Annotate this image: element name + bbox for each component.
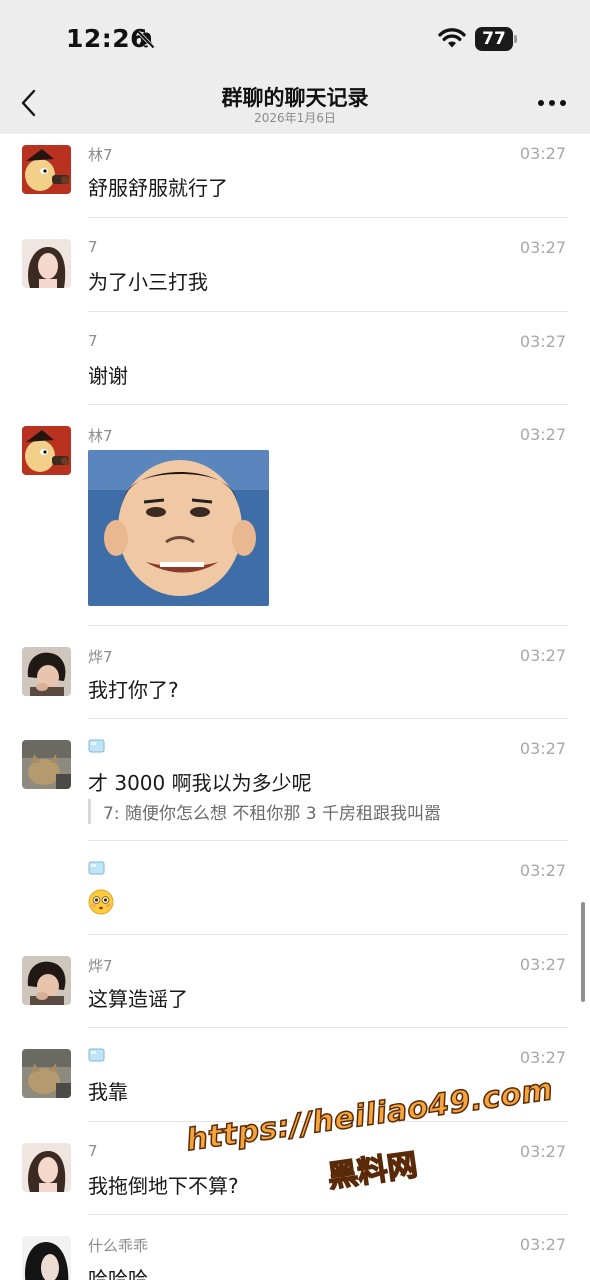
message-item[interactable]: 林7 03:27 — [0, 405, 590, 626]
sender-name: 林7 — [88, 427, 113, 445]
more-options-icon[interactable] — [538, 100, 566, 108]
message-time: 03:27 — [519, 238, 566, 257]
top-bar: 12:26 77 群聊的聊天记录 2026年1月6日 — [0, 0, 590, 134]
girl-avatar[interactable] — [22, 239, 71, 288]
message-time: 03:27 — [519, 1235, 566, 1254]
message-item[interactable]: 🧊 03:27 — [0, 841, 590, 935]
cartoon-avatar[interactable] — [22, 145, 71, 194]
sender-name: 烨7 — [88, 648, 113, 666]
message-time: 03:27 — [519, 646, 566, 665]
message-text: 我靠 — [88, 1080, 128, 1104]
message-item[interactable]: 🧊 03:27 才 3000 啊我以为多少呢 7: 随便你怎么想 不租你那 3 … — [0, 719, 590, 841]
message-item[interactable]: 7 03:27 为了小三打我 — [0, 218, 590, 312]
message-time: 03:27 — [519, 144, 566, 163]
message-text: 哈哈哈 — [88, 1267, 148, 1280]
message-text: 谢谢 — [88, 364, 128, 388]
message-text: 才 3000 啊我以为多少呢 — [88, 771, 312, 795]
message-text: 为了小三打我 — [88, 270, 208, 294]
bell-muted-icon — [137, 30, 155, 49]
message-text: 舒服舒服就行了 — [88, 176, 228, 200]
message-text: 这算造谣了 — [88, 987, 188, 1011]
flushed-face-emoji — [88, 889, 114, 915]
sender-name: 烨7 — [88, 957, 113, 975]
message-text: 我打你了? — [88, 678, 179, 702]
sender-name: 7 — [88, 238, 98, 256]
page-title: 群聊的聊天记录 — [221, 86, 369, 110]
cartoon-avatar[interactable] — [22, 426, 71, 475]
sender-name: 🧊 — [88, 861, 105, 879]
boy-avatar[interactable] — [22, 647, 71, 696]
sender-name: 什么乖乖 — [88, 1237, 149, 1255]
quoted-reply[interactable]: 7: 随便你怎么想 不租你那 3 千房租跟我叫嚣 — [88, 799, 441, 824]
boy-avatar[interactable] — [22, 956, 71, 1005]
cat-avatar[interactable] — [22, 1049, 71, 1098]
sender-name: 7 — [88, 1142, 98, 1160]
scrollbar[interactable] — [581, 902, 585, 1002]
message-time: 03:27 — [519, 955, 566, 974]
girl-avatar[interactable] — [22, 1143, 71, 1192]
message-time: 03:27 — [519, 861, 566, 880]
sender-name: 7 — [88, 332, 98, 350]
message-item[interactable]: 7 03:27 谢谢 — [0, 312, 590, 405]
ice-cube-emoji — [88, 739, 105, 753]
dark-hair-avatar[interactable] — [22, 1236, 71, 1280]
status-bar: 12:26 77 — [0, 0, 590, 80]
cartoon-face-sticker[interactable] — [88, 450, 269, 606]
message-item[interactable]: 什么乖乖 03:27 哈哈哈 — [0, 1215, 590, 1280]
ice-cube-emoji — [88, 1048, 105, 1062]
sender-name: 林7 — [88, 146, 113, 164]
ice-cube-emoji — [88, 861, 105, 875]
wifi-icon — [438, 28, 466, 48]
cat-avatar[interactable] — [22, 740, 71, 789]
message-item[interactable]: 烨7 03:27 我打你了? — [0, 626, 590, 719]
message-time: 03:27 — [519, 425, 566, 444]
message-item[interactable]: 林7 03:27 舒服舒服就行了 — [0, 134, 590, 218]
battery-indicator: 77 — [475, 27, 517, 51]
battery-cap — [514, 35, 517, 43]
nav-bar: 群聊的聊天记录 2026年1月6日 — [0, 76, 590, 134]
message-time: 03:27 — [519, 332, 566, 351]
message-time: 03:27 — [519, 739, 566, 758]
sender-name: 🧊 — [88, 739, 105, 757]
page-date: 2026年1月6日 — [254, 111, 336, 125]
battery-level: 77 — [475, 27, 513, 51]
message-item[interactable]: 烨7 03:27 这算造谣了 — [0, 935, 590, 1028]
sender-name: 🧊 — [88, 1048, 105, 1066]
message-time: 03:27 — [519, 1048, 566, 1067]
